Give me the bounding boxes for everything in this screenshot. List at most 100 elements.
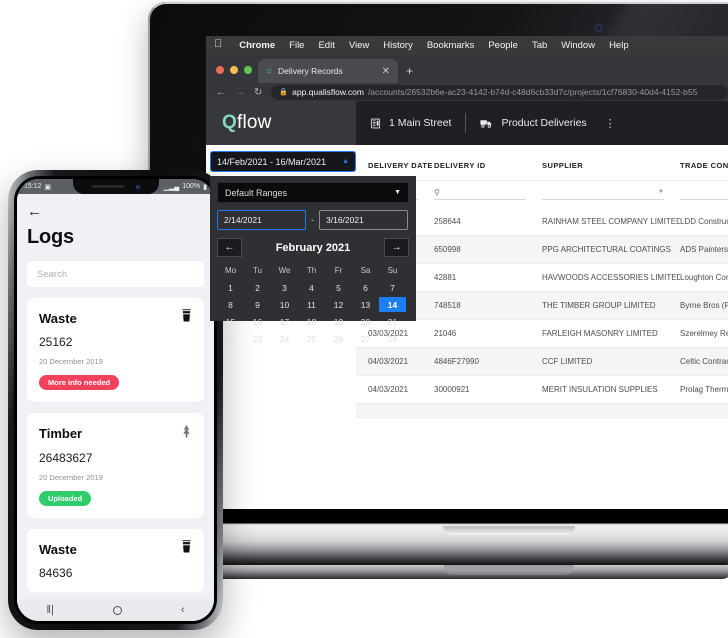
calendar-day[interactable]: 15 [217,314,244,329]
calendar-day[interactable]: 21 [379,314,406,329]
apple-icon[interactable]:  [214,39,222,50]
url-path: /accounts/26532b6e-ac23-4142-b74d-c48d6c… [367,87,698,97]
plus-icon[interactable]: + [406,64,413,78]
menu-item-people[interactable]: People [481,40,525,51]
status-badge: Uploaded [39,491,92,506]
calendar-day[interactable]: 27 [352,331,379,346]
qflow-favicon: ○ [266,65,273,77]
close-window-button[interactable] [216,66,224,74]
calendar-day[interactable]: 19 [325,314,352,329]
log-card[interactable]: Waste 25162 20 December 2019 More info n… [27,298,204,402]
calendar-day[interactable]: 11 [298,297,325,312]
menu-item-view[interactable]: View [342,40,376,51]
log-card[interactable]: Timber 26483627 20 December 2019 Uploade… [27,413,204,518]
log-card-title: Timber [39,426,83,441]
calendar-day[interactable]: 6 [352,280,379,295]
column-header-trade-contractor[interactable]: TRADE CONTRACTOR [680,155,728,181]
maximize-window-button[interactable] [244,66,252,74]
calendar-day-selected[interactable]: 14 [379,297,406,312]
cell-supplier: CCF LIMITED [542,347,680,376]
column-header-delivery-id[interactable]: DELIVERY ID [434,155,542,181]
date-picker-popover[interactable]: Default Ranges ▼ 2/14/2021 - 3/16/2021 ←… [210,176,416,344]
more-vertical-icon[interactable]: ⋮ [601,117,616,130]
table-row[interactable]: 04/03/2021 30000921 MERIT INSULATION SUP… [356,375,728,404]
calendar-day[interactable]: 5 [325,280,352,295]
calendar-day[interactable]: 26 [325,331,352,346]
close-icon[interactable]: ✕ [382,66,390,77]
weekday-fr: Fr [334,266,343,275]
mac-menu-bar[interactable]:  Chrome File Edit View History Bookmark… [206,36,728,55]
filter-supplier[interactable]: ▼ [542,185,664,200]
arrow-left-icon[interactable]: ← [216,87,226,98]
phone-nav-bar[interactable]: ‖| ‹ [17,599,214,621]
calendar-day[interactable]: 8 [217,297,244,312]
calendar-day[interactable]: 20 [352,314,379,329]
calendar-day[interactable]: 13 [352,297,379,312]
menu-item-help[interactable]: Help [602,40,636,51]
earpiece-speaker [91,185,124,188]
window-controls[interactable] [216,66,252,74]
search-input[interactable]: Search [27,261,204,287]
calendar-day[interactable]: 7 [379,280,406,295]
calendar-day[interactable]: 23 [244,331,271,346]
home-icon[interactable] [112,605,122,615]
calendar-day[interactable]: 10 [271,297,298,312]
calendar-day[interactable]: 22 [217,331,244,346]
menu-item-edit[interactable]: Edit [311,40,341,51]
menu-item-window[interactable]: Window [554,40,602,51]
address-bar[interactable]: 🔒 app.qualisflow.com/accounts/26532b6e-a… [271,84,728,100]
log-card[interactable]: Waste 84636 [27,529,204,592]
calendar-day[interactable]: 24 [271,331,298,346]
minimize-window-button[interactable] [230,66,238,74]
date-range-value: 14/Feb/2021 - 16/Mar/2021 [217,156,327,167]
prev-month-button[interactable]: ← [217,238,242,257]
calendar-day[interactable]: 17 [271,314,298,329]
menu-item-tab[interactable]: Tab [525,40,554,51]
webcam-icon [595,24,602,31]
recents-icon[interactable]: ‖| [46,604,53,616]
arrow-right-icon[interactable]: → [235,87,245,98]
menu-item-history[interactable]: History [376,40,420,51]
app-logo[interactable]: Qflow [206,101,356,145]
calendar-day[interactable]: 16 [244,314,271,329]
back-button[interactable]: ← [27,194,204,219]
calendar-day[interactable]: 4 [298,280,325,295]
menu-item-bookmarks[interactable]: Bookmarks [420,40,482,51]
cell-supplier: HAVWOODS ACCESSORIES LIMITED [542,263,680,292]
calendar-day[interactable]: 28 [379,331,406,346]
menu-item-file[interactable]: File [282,40,311,51]
column-header-supplier[interactable]: SUPPLIER [542,155,680,181]
weekday-th: Th [306,266,317,275]
filter-delivery-id[interactable]: ⚲ [434,185,526,200]
cell-trade: ADS Painters [680,235,728,264]
browser-tab[interactable]: ○ Delivery Records ✕ [258,59,398,83]
breadcrumb-item-site[interactable]: 1 Main Street [356,117,465,129]
menu-item-chrome[interactable]: Chrome [232,40,282,51]
battery-icon: ▮ [203,183,207,191]
trash-icon [181,540,192,558]
calendar-day[interactable]: 3 [271,280,298,295]
calendar-day[interactable]: 9 [244,297,271,312]
table-row[interactable]: 03/03/2021 21046 FARLEIGH MASONRY LIMITE… [356,319,728,348]
cell-supplier: MERIT INSULATION SUPPLIES [542,375,680,404]
cell-trade: Loughton Contracts [680,263,728,292]
calendar-day[interactable]: 12 [325,297,352,312]
reload-icon[interactable]: ↻ [254,87,262,98]
calendar-day[interactable]: 25 [298,331,325,346]
filter-trade-contractor[interactable] [680,185,728,200]
table-row[interactable]: 04/03/2021 4846F27990 CCF LIMITED Celtic… [356,347,728,376]
lock-icon: 🔒 [279,89,289,96]
calendar-grid[interactable]: Mo Tu We Th Fr Sa Su 1 2 3 4 5 6 7 8 9 1… [217,263,409,346]
start-date-input[interactable]: 2/14/2021 [217,210,306,230]
chevron-left-icon[interactable]: ‹ [181,604,185,616]
preset-ranges-dropdown[interactable]: Default Ranges ▼ [217,182,409,203]
calendar-day[interactable]: 1 [217,280,244,295]
date-range-selector[interactable]: 14/Feb/2021 - 16/Mar/2021 ▲ [210,151,356,172]
next-month-button[interactable]: → [383,238,409,257]
breadcrumb-item-deliveries[interactable]: Product Deliveries [466,117,600,129]
laptop-base-reflection [444,565,574,575]
calendar-day[interactable]: 2 [244,280,271,295]
end-date-input[interactable]: 3/16/2021 [319,210,408,230]
cell-id: 42881 [434,263,542,292]
calendar-day[interactable]: 18 [298,314,325,329]
